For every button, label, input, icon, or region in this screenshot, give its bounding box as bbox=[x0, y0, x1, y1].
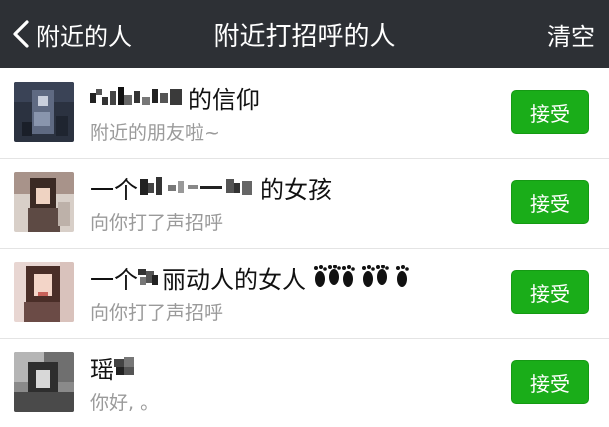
avatar bbox=[14, 352, 74, 412]
accept-button[interactable]: 接受 bbox=[511, 90, 589, 134]
requester-name: 一个 的女孩 bbox=[90, 170, 332, 204]
chevron-left-icon bbox=[13, 20, 29, 48]
name-suffix: 丽动人的女人 bbox=[162, 265, 306, 294]
pixelated-name bbox=[114, 357, 136, 377]
navigation-bar: 附近的人 附近打招呼的人 清空 bbox=[0, 0, 609, 68]
list-item[interactable]: 的信仰 附近的朋友啦~ 接受 bbox=[0, 68, 609, 158]
list-item[interactable]: 瑶 你好, 。 接受 bbox=[0, 338, 609, 427]
requester-name: 瑶 bbox=[90, 350, 138, 384]
pixelated-name bbox=[138, 177, 258, 197]
list-item[interactable]: 一个 丽动人的女人 向你打了声招呼 接受 bbox=[0, 248, 609, 338]
back-label: 附近的人 bbox=[36, 22, 132, 51]
avatar bbox=[14, 262, 74, 322]
avatar bbox=[14, 82, 74, 142]
name-suffix: 的信仰 bbox=[188, 85, 260, 114]
name-prefix: 一个 bbox=[90, 265, 138, 294]
friend-request-list: 的信仰 附近的朋友啦~ 接受 一个 的女孩 向你打了声招呼 接受 一个 丽动人的… bbox=[0, 68, 609, 427]
name-suffix: 的女孩 bbox=[260, 175, 332, 204]
requester-name: 的信仰 bbox=[90, 80, 260, 114]
greeting-message: 附近的朋友啦~ bbox=[90, 122, 220, 144]
name-prefix: 瑶 bbox=[90, 355, 114, 384]
accept-button[interactable]: 接受 bbox=[511, 180, 589, 224]
accept-button[interactable]: 接受 bbox=[511, 360, 589, 404]
pixelated-name bbox=[90, 87, 186, 107]
footprints-emoji bbox=[312, 265, 416, 289]
accept-button[interactable]: 接受 bbox=[511, 270, 589, 314]
greeting-message: 你好, 。 bbox=[90, 392, 160, 414]
clear-button[interactable]: 清空 bbox=[547, 0, 595, 68]
pixelated-name bbox=[138, 267, 160, 287]
name-prefix: 一个 bbox=[90, 175, 138, 204]
list-item[interactable]: 一个 的女孩 向你打了声招呼 接受 bbox=[0, 158, 609, 248]
greeting-message: 向你打了声招呼 bbox=[90, 302, 224, 324]
requester-name: 一个 丽动人的女人 bbox=[90, 260, 416, 294]
avatar bbox=[14, 172, 74, 232]
back-button[interactable]: 附近的人 bbox=[10, 0, 132, 68]
greeting-message: 向你打了声招呼 bbox=[90, 212, 224, 234]
